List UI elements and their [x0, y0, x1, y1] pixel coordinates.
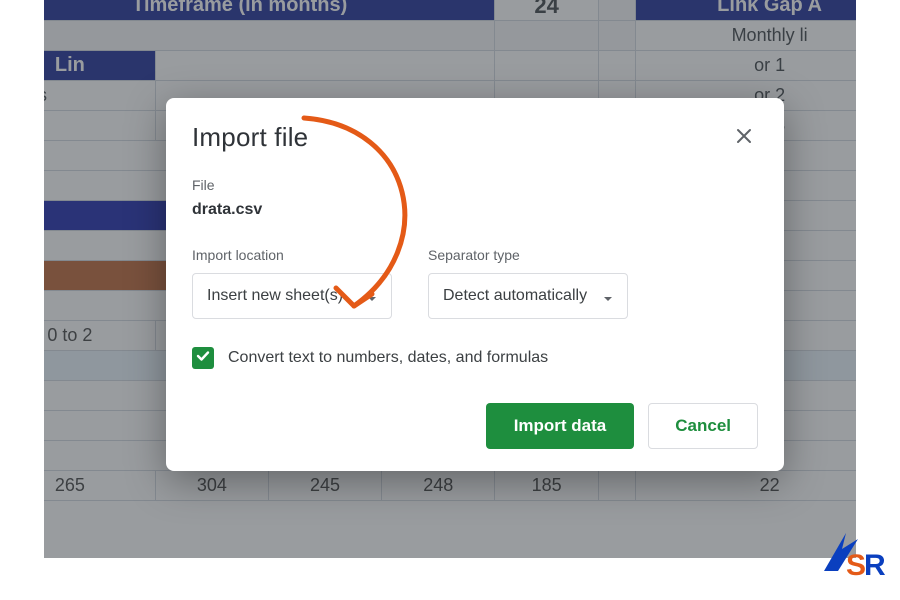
check-icon	[196, 349, 210, 368]
file-name: drata.csv	[192, 201, 758, 219]
brand-logo: S R	[818, 527, 888, 584]
separator-type-label: Separator type	[428, 247, 628, 263]
chevron-down-icon	[603, 291, 613, 301]
import-location-label: Import location	[192, 247, 392, 263]
dialog-title: Import file	[192, 122, 758, 153]
close-button[interactable]	[726, 120, 762, 156]
import-data-button[interactable]: Import data	[486, 403, 635, 449]
convert-text-label: Convert text to numbers, dates, and form…	[228, 349, 548, 367]
svg-text:S: S	[846, 549, 866, 579]
import-file-dialog: Import file File drata.csv Import locati…	[166, 98, 784, 471]
separator-type-value: Detect automatically	[443, 287, 587, 305]
convert-text-checkbox[interactable]	[192, 347, 214, 369]
separator-type-select[interactable]: Detect automatically	[428, 273, 628, 319]
svg-text:R: R	[864, 549, 886, 579]
file-label: File	[192, 177, 758, 193]
chevron-down-icon	[367, 291, 377, 301]
close-icon	[736, 128, 752, 149]
import-location-value: Insert new sheet(s)	[207, 287, 343, 305]
import-location-select[interactable]: Insert new sheet(s)	[192, 273, 392, 319]
cancel-button[interactable]: Cancel	[648, 403, 758, 449]
